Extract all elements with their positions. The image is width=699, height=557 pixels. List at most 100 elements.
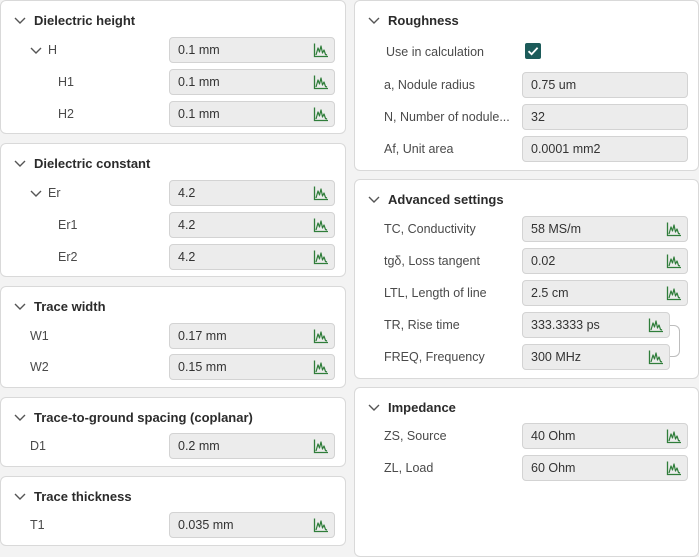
use-in-calculation-row: Use in calculation [355,39,698,65]
param-row-frequency: FREQ, Frequency 300 MHz [355,344,698,370]
param-value: 4.2 [178,186,196,200]
use-in-calculation-checkbox[interactable] [525,43,541,59]
param-label: tgδ, Loss tangent [384,254,480,268]
advanced-settings-header[interactable]: Advanced settings [355,187,698,211]
param-row-d1: D1 0.2 mm [1,433,345,459]
graph-icon[interactable] [313,74,329,90]
param-label: ZL, Load [384,461,434,475]
graph-icon[interactable] [313,217,329,233]
param-label: W2 [30,360,49,374]
param-value-field[interactable]: 333.3333 ps [522,312,670,338]
trace-thickness-header[interactable]: Trace thickness [1,484,345,508]
graph-icon[interactable] [666,221,682,237]
param-row-w1: W1 0.17 mm [1,323,345,349]
link-bracket[interactable] [670,325,680,357]
advanced-settings-panel: Advanced settings TC, Conductivity 58 MS… [354,179,699,379]
graph-icon[interactable] [666,460,682,476]
param-label: W1 [30,329,49,343]
graph-icon[interactable] [648,349,664,365]
trace-thickness-panel: Trace thickness T1 0.035 mm [0,476,346,546]
param-row-length-of-line: LTL, Length of line 2.5 cm [355,280,698,306]
chevron-down-icon [10,486,30,506]
trace-ground-spacing-panel: Trace-to-ground spacing (coplanar) D1 0.… [0,397,346,467]
param-value-field[interactable]: 0.1 mm [169,37,335,63]
graph-icon[interactable] [313,249,329,265]
param-value-field[interactable]: 60 Ohm [522,455,688,481]
chevron-down-icon [10,10,30,30]
param-value-field[interactable]: 4.2 [169,244,335,270]
trace-width-header[interactable]: Trace width [1,294,345,318]
graph-icon[interactable] [313,359,329,375]
param-value-field[interactable]: 0.035 mm [169,512,335,538]
graph-icon[interactable] [666,253,682,269]
param-value-field[interactable]: 2.5 cm [522,280,688,306]
param-value-field[interactable]: 0.15 mm [169,354,335,380]
param-value-field[interactable]: 0.2 mm [169,433,335,459]
param-value-field[interactable]: 58 MS/m [522,216,688,242]
use-in-calculation-label: Use in calculation [386,45,484,59]
graph-icon[interactable] [666,285,682,301]
param-value: 0.02 [531,254,556,268]
param-value: 4.2 [178,218,196,232]
param-label: Af, Unit area [384,142,454,156]
graph-icon[interactable] [313,438,329,454]
param-value: 300 MHz [531,350,582,364]
trace-width-panel: Trace width W1 0.17 mm W2 0.15 mm [0,286,346,388]
graph-icon[interactable] [313,106,329,122]
dielectric-constant-header[interactable]: Dielectric constant [1,151,345,175]
param-label: H2 [58,107,74,121]
param-row-er2: Er2 4.2 [1,244,345,270]
param-value-field[interactable]: 40 Ohm [522,423,688,449]
param-row-nodule-radius: a, Nodule radius 0.75 um [355,72,698,98]
param-value-field[interactable]: 4.2 [169,180,335,206]
param-value-field[interactable]: 0.02 [522,248,688,274]
param-value-field[interactable]: 4.2 [169,212,335,238]
section-title: Trace width [34,298,106,314]
param-row-h2: H2 0.1 mm [1,101,345,127]
roughness-header[interactable]: Roughness [355,8,698,32]
param-row-rise-time: TR, Rise time 333.3333 ps [355,312,698,338]
trace-ground-spacing-header[interactable]: Trace-to-ground spacing (coplanar) [1,405,345,429]
param-value: 0.2 mm [178,439,220,453]
chevron-down-icon [364,10,384,30]
chevron-down-icon [364,189,384,209]
param-row-h1: H1 0.1 mm [1,69,345,95]
param-value: 0.035 mm [178,518,234,532]
chevron-down-icon[interactable] [26,40,46,60]
section-title: Dielectric constant [34,155,151,171]
param-row-number-of-nodules: N, Number of nodule... 32 [355,104,698,130]
param-label: D1 [30,439,46,453]
graph-icon[interactable] [313,328,329,344]
param-value-field[interactable]: 0.75 um [522,72,688,98]
dielectric-height-header[interactable]: Dielectric height [1,8,345,32]
param-label: Er [48,186,61,200]
param-label: H1 [58,75,74,89]
param-label: a, Nodule radius [384,78,476,92]
graph-icon[interactable] [666,428,682,444]
param-value-field[interactable]: 0.1 mm [169,69,335,95]
param-value-field[interactable]: 0.1 mm [169,101,335,127]
param-row-er1: Er1 4.2 [1,212,345,238]
param-label: Er2 [58,250,78,264]
param-label: ZS, Source [384,429,447,443]
param-row-loss-tangent: tgδ, Loss tangent 0.02 [355,248,698,274]
param-value-field[interactable]: 0.17 mm [169,323,335,349]
graph-icon[interactable] [313,517,329,533]
chevron-down-icon[interactable] [26,183,46,203]
graph-icon[interactable] [313,185,329,201]
param-value-field[interactable]: 300 MHz [522,344,670,370]
graph-icon[interactable] [648,317,664,333]
param-value-field[interactable]: 32 [522,104,688,130]
section-title: Impedance [388,399,456,415]
impedance-header[interactable]: Impedance [355,395,698,419]
graph-icon[interactable] [313,42,329,58]
param-value: 60 Ohm [531,461,576,475]
param-row-w2: W2 0.15 mm [1,354,345,380]
param-value: 0.1 mm [178,107,220,121]
param-label: H [48,43,58,57]
checkmark-icon [527,47,539,56]
section-title: Advanced settings [388,191,504,207]
param-row-t1: T1 0.035 mm [1,512,345,538]
param-label: TR, Rise time [384,318,460,332]
param-value-field[interactable]: 0.0001 mm2 [522,136,688,162]
